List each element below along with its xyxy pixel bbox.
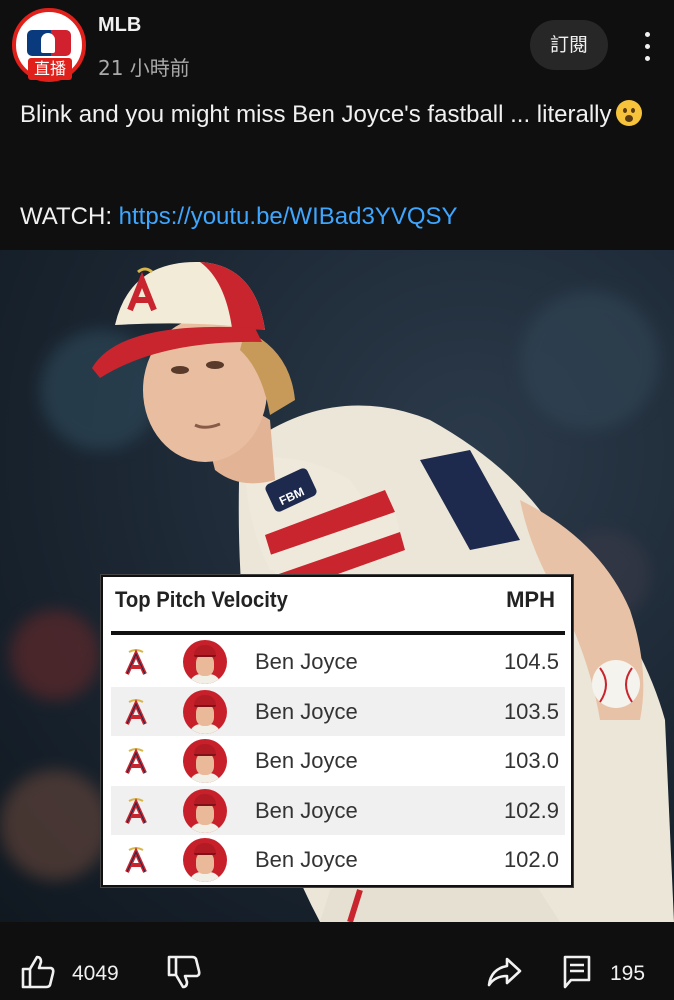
post-body: Blink and you might miss Ben Joyce's fas…	[20, 98, 660, 132]
like-count: 4049	[72, 962, 119, 985]
angels-logo-icon	[125, 748, 147, 774]
comment-icon[interactable]	[562, 954, 592, 990]
stats-row: Ben Joyce 103.0	[111, 736, 565, 786]
channel-avatar[interactable]: 直播	[12, 8, 88, 84]
player-headshot	[183, 640, 227, 684]
astonished-face-emoji-icon	[615, 100, 642, 126]
post-header: 直播 MLB 21 小時前 訂閱	[0, 0, 674, 90]
watch-label: WATCH:	[20, 203, 112, 230]
pitch-velocity-value: 104.5	[503, 649, 559, 674]
stats-row: Ben Joyce 104.5	[111, 637, 565, 687]
player-name: Ben Joyce	[255, 797, 358, 823]
action-bar: 4049 195	[0, 930, 674, 1000]
comment-count: 195	[610, 962, 646, 985]
pitch-velocity-value: 103.0	[503, 748, 559, 773]
angels-logo-icon	[125, 698, 147, 725]
player-headshot	[183, 689, 227, 734]
player-name: Ben Joyce	[255, 748, 358, 773]
stats-row: Ben Joyce 102.0	[111, 835, 565, 885]
post-text: Blink and you might miss Ben Joyce's fas…	[20, 101, 612, 128]
post-image[interactable]: FBM Top Pitch Velocity MPH Ben Joyce 104.…	[0, 250, 674, 922]
pitch-velocity-value: 102.0	[503, 847, 559, 872]
more-options-icon[interactable]	[632, 28, 662, 64]
like-icon[interactable]	[20, 954, 56, 990]
player-headshot	[183, 788, 227, 833]
video-link[interactable]: https://youtu.be/WIBad3YVQSY	[119, 203, 458, 230]
stats-card-rows: Ben Joyce 104.5 Ben Joyce 103.5 Ben Joyce 103…	[111, 637, 565, 885]
angels-logo-icon	[125, 649, 147, 675]
watch-line: WATCH: https://youtu.be/WIBad3YVQSY	[20, 200, 458, 234]
dislike-icon[interactable]	[166, 954, 202, 990]
live-badge: 直播	[28, 58, 72, 80]
share-icon[interactable]	[486, 956, 522, 988]
player-headshot	[183, 838, 227, 882]
stats-card: Top Pitch Velocity MPH Ben Joyce 104.5 Ben…	[101, 575, 573, 887]
angels-logo-icon	[125, 797, 147, 824]
stats-card-title: Top Pitch Velocity	[115, 587, 288, 612]
channel-name[interactable]: MLB	[98, 14, 141, 37]
player-name: Ben Joyce	[255, 847, 358, 872]
angels-logo-icon	[125, 847, 147, 873]
post-timestamp: 21 小時前	[98, 56, 190, 80]
stats-card-divider	[111, 631, 565, 635]
player-name: Ben Joyce	[255, 698, 358, 724]
pitch-velocity-value: 102.9	[503, 797, 559, 823]
stats-row: Ben Joyce 102.9	[111, 785, 565, 835]
stats-row: Ben Joyce 103.5	[111, 686, 565, 736]
player-name: Ben Joyce	[255, 649, 358, 674]
pitch-velocity-value: 103.5	[503, 698, 559, 724]
stats-card-unit-header: MPH	[506, 587, 555, 612]
subscribe-button[interactable]: 訂閱	[530, 20, 608, 70]
player-headshot	[183, 739, 227, 783]
